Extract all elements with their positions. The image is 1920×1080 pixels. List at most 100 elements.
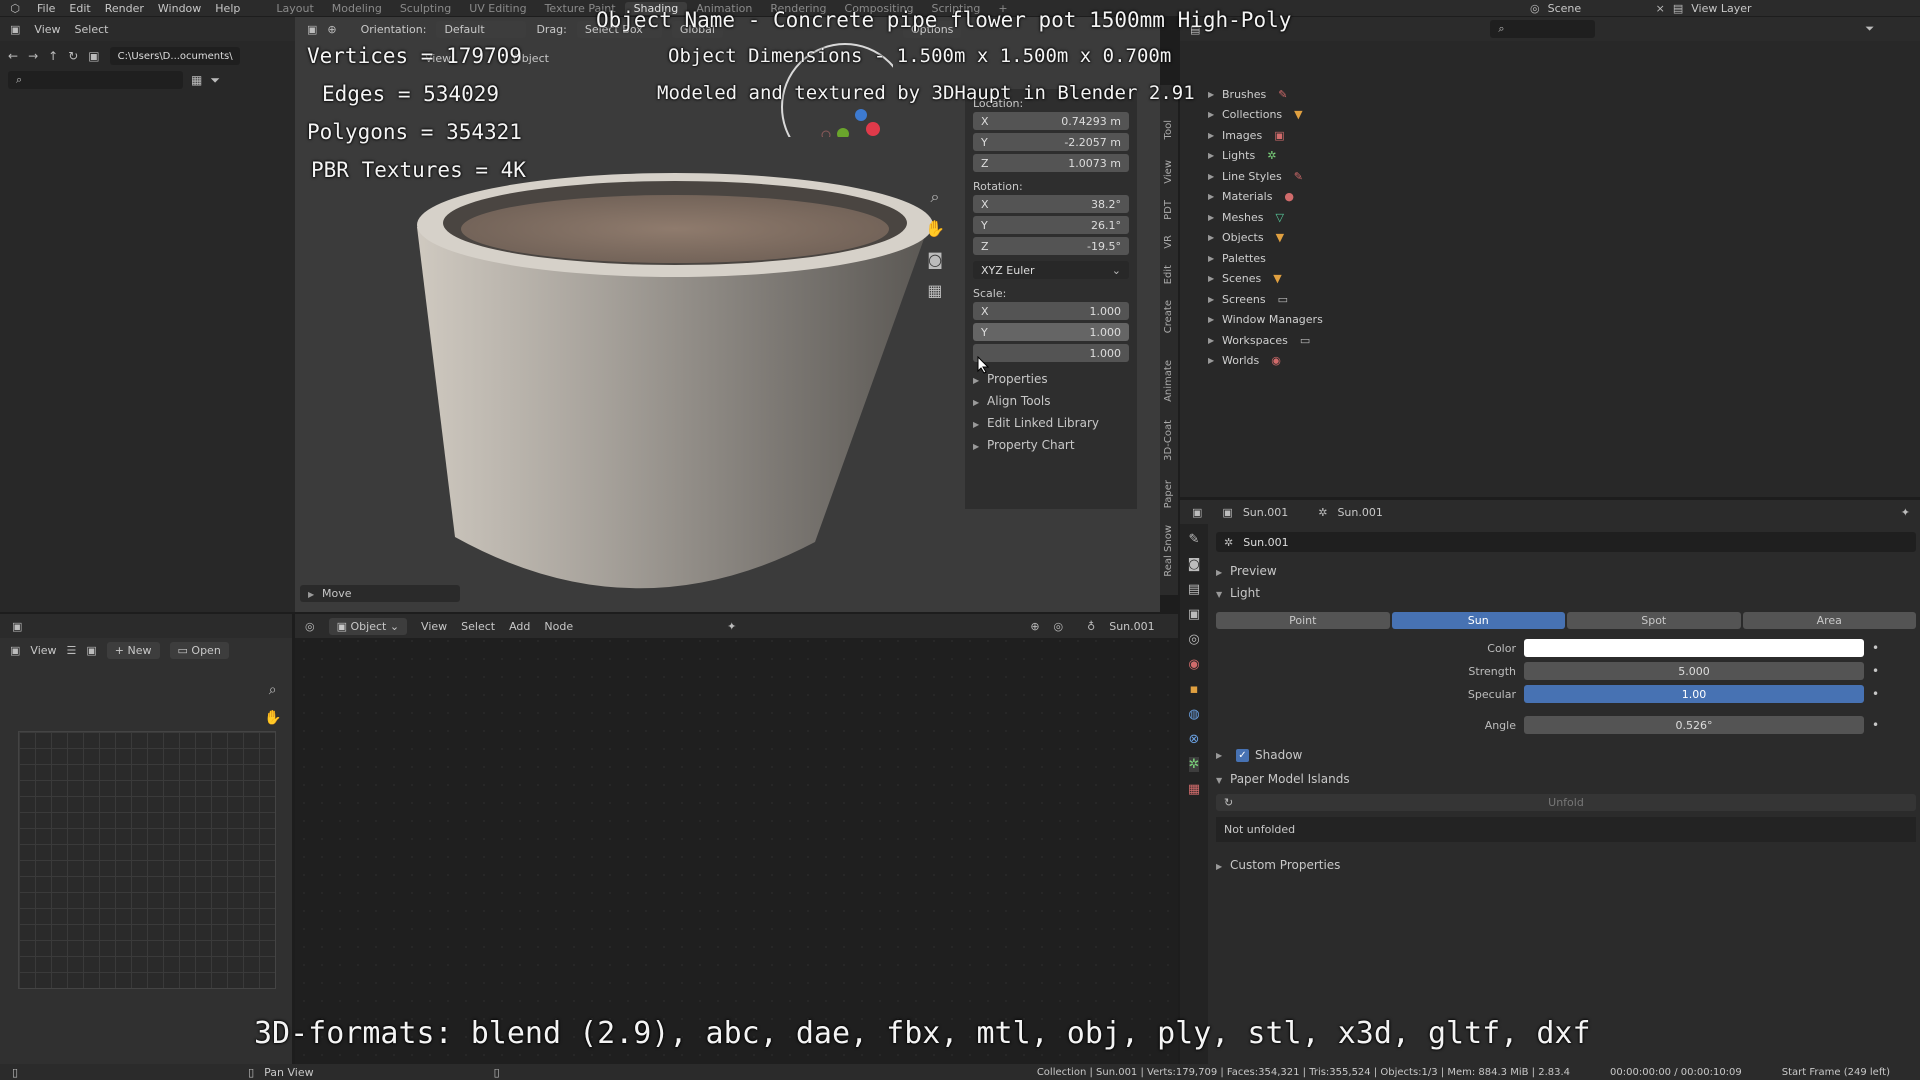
section-align-tools[interactable]: ▶ Align Tools (973, 394, 1129, 408)
menu-help[interactable]: Help (208, 2, 247, 15)
section-properties[interactable]: ▶ Properties (973, 372, 1129, 386)
angle-keyframe-icon[interactable]: • (1872, 718, 1892, 732)
location-y-field[interactable]: Y -2.2057 m (973, 133, 1129, 151)
outliner-item[interactable]: ▶ Workspaces ▭ (1208, 330, 1920, 351)
outliner-item[interactable]: ▶ Screens ▭ (1208, 289, 1920, 310)
scene-tab-icon[interactable]: ◎ (1188, 632, 1199, 647)
pin-icon[interactable]: ✦ (727, 620, 736, 633)
rotation-y-field[interactable]: Y 26.1° (973, 216, 1129, 234)
zoom-icon[interactable]: ⌕ (264, 682, 281, 698)
tab-create[interactable]: Create (1163, 300, 1174, 333)
editor-type-icon[interactable]: ▣ (10, 23, 20, 36)
strength-field[interactable]: 5.000 (1524, 662, 1864, 680)
image-browse-icon[interactable]: ▣ (86, 644, 96, 657)
shadow-checkbox[interactable]: ✓ (1236, 748, 1249, 762)
tab-3dcoat[interactable]: 3D-Coat (1163, 420, 1174, 461)
pan-hand-icon[interactable]: ✋ (264, 710, 281, 726)
node-view-menu[interactable]: View (421, 620, 447, 633)
grid-view-icon[interactable]: ▦ (925, 281, 945, 300)
filter-icon[interactable]: ⏷ (210, 73, 220, 88)
tab-pdt[interactable]: PDT (1163, 200, 1174, 220)
view-layer-tab-icon[interactable]: ▣ (1188, 607, 1200, 622)
tab-real-snow[interactable]: Real Snow (1163, 525, 1174, 577)
tab-view[interactable]: View (1163, 160, 1174, 184)
constraints-tab-icon[interactable]: ⊗ (1189, 732, 1200, 747)
display-mode-icon[interactable]: ▦ (191, 73, 202, 87)
tab-paper[interactable]: Paper (1163, 480, 1174, 508)
rotation-mode-dropdown[interactable]: XYZ Euler ⌄ (973, 261, 1129, 279)
navigation-gizmo[interactable] (773, 17, 893, 137)
scene-close-icon[interactable]: × (1656, 2, 1665, 15)
texture-tab-icon[interactable]: ▦ (1188, 782, 1200, 797)
outliner-item[interactable]: ▶ Materials ● (1208, 187, 1920, 208)
outliner-item[interactable]: ▶ Images ▣ (1208, 125, 1920, 146)
menu-icon[interactable]: ☰ (67, 644, 77, 657)
world-tab-icon[interactable]: ◉ (1188, 657, 1199, 672)
tab-modeling[interactable]: Modeling (323, 2, 391, 15)
color-keyframe-icon[interactable]: • (1872, 641, 1892, 655)
outliner-item[interactable]: ▶ Worlds ◉ (1208, 351, 1920, 372)
properties-editor-icon[interactable]: ▣ (1192, 506, 1202, 519)
node-editor-type-icon[interactable]: ◎ (305, 620, 315, 633)
view-layer-name[interactable]: View Layer (1691, 2, 1751, 15)
location-x-field[interactable]: X 0.74293 m (973, 112, 1129, 130)
custom-properties-section[interactable]: ▶ Custom Properties (1216, 858, 1916, 872)
outliner-item[interactable]: ▶ Objects ▼ (1208, 228, 1920, 249)
tab-vr[interactable]: VR (1163, 235, 1174, 249)
uv-grid[interactable] (18, 731, 276, 989)
refresh-icon[interactable]: ↻ (68, 49, 78, 63)
tool-icon[interactable]: ✎ (1189, 532, 1200, 547)
unfold-button[interactable]: ↻ Unfold (1216, 794, 1916, 811)
tab-sculpting[interactable]: Sculpting (391, 2, 460, 15)
scale-x-field[interactable]: X 1.000 (973, 302, 1129, 320)
node-add-menu[interactable]: Add (509, 620, 530, 633)
tab-edit[interactable]: Edit (1163, 265, 1174, 284)
outliner-item[interactable]: ▶ Meshes ▽ (1208, 207, 1920, 228)
location-z-field[interactable]: Z 1.0073 m (973, 154, 1129, 172)
search-input[interactable]: ⌕ (8, 71, 183, 89)
object-tab-icon[interactable]: ▪ (1190, 682, 1199, 697)
object-breadcrumb[interactable]: Sun.001 (1243, 506, 1288, 519)
strength-keyframe-icon[interactable]: • (1872, 664, 1892, 678)
light-type-spot[interactable]: Spot (1567, 612, 1741, 629)
output-icon[interactable]: ▤ (1188, 582, 1200, 597)
light-data-tab-icon[interactable]: ✲ (1188, 757, 1200, 772)
tab-animate[interactable]: Animate (1163, 360, 1174, 402)
open-image-button[interactable]: ▭ Open (169, 642, 229, 659)
paper-islands-section[interactable]: ▼ Paper Model Islands (1216, 772, 1916, 786)
outliner-item[interactable]: ▶ Brushes ✎ (1208, 84, 1920, 105)
light-type-point[interactable]: Point (1216, 612, 1390, 629)
shadow-section[interactable]: ▶ ✓ Shadow (1216, 748, 1916, 762)
forward-icon[interactable]: → (28, 49, 38, 63)
camera-icon[interactable]: ◙ (925, 250, 945, 269)
menu-window[interactable]: Window (151, 2, 208, 15)
node-select-menu[interactable]: Select (461, 620, 495, 633)
scene-name[interactable]: Scene (1548, 2, 1648, 15)
outliner-item[interactable]: ▶ Line Styles ✎ (1208, 166, 1920, 187)
node-object-name[interactable]: Sun.001 (1109, 620, 1154, 633)
last-operator-panel[interactable]: ▶ Move (300, 585, 460, 602)
blender-logo-icon[interactable]: ⬡ (0, 2, 30, 15)
datablock-field[interactable]: ✲ Sun.001 (1216, 532, 1916, 552)
outliner-item[interactable]: ▶ Lights ✲ (1208, 146, 1920, 167)
menu-edit[interactable]: Edit (62, 2, 97, 15)
zoom-icon[interactable]: ⌕ (925, 187, 945, 207)
outliner-item[interactable]: ▶ Palettes (1208, 248, 1920, 269)
angle-field[interactable]: 0.526° (1524, 716, 1864, 734)
pin-icon[interactable]: ✦ (1901, 506, 1910, 519)
color-swatch[interactable] (1524, 639, 1864, 657)
image-editor-icon[interactable]: ▣ (12, 620, 22, 633)
node-node-menu[interactable]: Node (544, 620, 573, 633)
pan-hand-icon[interactable]: ✋ (925, 219, 945, 238)
section-edit-linked-library[interactable]: ▶ Edit Linked Library (973, 416, 1129, 430)
outliner-search[interactable]: ⌕ (1490, 20, 1596, 38)
parent-dir-icon[interactable]: ↑ (48, 49, 58, 63)
back-icon[interactable]: ← (8, 49, 18, 63)
new-image-button[interactable]: + New (106, 642, 160, 659)
physics-tab-icon[interactable]: ◍ (1188, 707, 1199, 722)
outliner-item[interactable]: ▶ Collections ▼ (1208, 105, 1920, 126)
light-type-area[interactable]: Area (1742, 612, 1916, 629)
new-folder-icon[interactable]: ▣ (88, 49, 99, 63)
scale-z-field[interactable]: 1.000 (973, 344, 1129, 362)
outliner-filter-icon[interactable]: ⏷ (1865, 22, 1874, 36)
